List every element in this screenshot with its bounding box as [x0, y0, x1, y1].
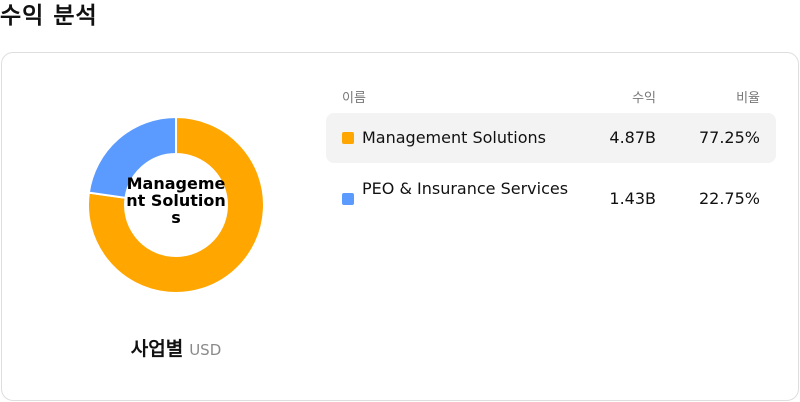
page-title: 수익 분석 [0, 3, 98, 29]
table-row[interactable]: Management Solutions 4.87B 77.25% [326, 113, 776, 163]
chart-caption: 사업별 USD [2, 337, 350, 362]
row-revenue: 4.87B [609, 128, 656, 147]
row-name: Management Solutions [362, 128, 546, 147]
donut-chart: Management Solutions [86, 115, 266, 295]
table-header: 이름 수익 비율 [326, 81, 776, 113]
revenue-table: 이름 수익 비율 Management Solutions 4.87B 77.2… [326, 81, 776, 237]
row-ratio: 22.75% [698, 189, 760, 208]
segment-type-label: 사업별 [130, 338, 184, 360]
currency-unit: USD [189, 341, 222, 359]
row-ratio: 77.25% [698, 128, 760, 147]
header-revenue: 수익 [632, 91, 656, 106]
table-row[interactable]: PEO & Insurance Services 1.43B 22.75% [326, 163, 776, 237]
header-name: 이름 [342, 91, 366, 106]
row-name: PEO & Insurance Services [362, 179, 569, 198]
revenue-card: Management Solutions 사업별 USD 이름 수익 비율 Man… [1, 52, 799, 401]
header-ratio: 비율 [736, 91, 760, 106]
legend-swatch [342, 193, 354, 205]
legend-swatch [342, 132, 354, 144]
row-revenue: 1.43B [609, 189, 656, 208]
donut-center-label: Management Solutions [126, 174, 226, 227]
